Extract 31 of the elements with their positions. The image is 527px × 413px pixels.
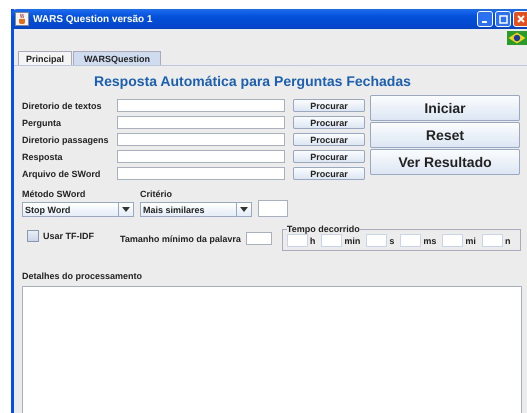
min-length-label: Tamanho mínimo da palavra: [120, 234, 241, 244]
browse-button[interactable]: Procurar: [293, 133, 365, 146]
tfidf-checkbox[interactable]: Usar TF-IDF: [27, 230, 117, 242]
field-label: Diretorio de textos: [22, 100, 103, 110]
unit-label: ms: [423, 236, 436, 246]
window-title: WARS Question versão 1: [33, 14, 152, 24]
unit-label: h: [310, 236, 316, 246]
field-label: Arquivo de SWord: [22, 168, 102, 178]
unit-label: n: [504, 236, 510, 246]
criterion-dropdown[interactable]: Mais similares: [140, 202, 252, 217]
unit-label: mi: [465, 236, 476, 246]
heading: Resposta Automática para Perguntas Fechadas: [93, 72, 412, 91]
unit-label: min: [344, 236, 360, 246]
browse-button[interactable]: Procurar: [293, 167, 365, 180]
browse-button[interactable]: Procurar: [293, 99, 365, 112]
criterion-label: Critério: [140, 189, 174, 199]
field-label: Pergunta: [22, 118, 62, 128]
details-label: Detalhes do processamento: [22, 271, 144, 281]
method-label: Método SWord: [22, 189, 86, 199]
unit-label: s: [389, 236, 394, 246]
method-dropdown[interactable]: Stop Word: [22, 202, 134, 217]
field-label: Resposta: [22, 152, 64, 162]
browse-button[interactable]: Procurar: [293, 150, 365, 163]
field-label: Diretorio passagens: [22, 134, 110, 144]
tab[interactable]: WARSQuestion: [73, 51, 162, 65]
action-button[interactable]: Iniciar: [370, 95, 520, 121]
group-title: Tempo decorrido: [286, 224, 360, 234]
action-button[interactable]: Reset: [370, 122, 520, 148]
browse-button[interactable]: Procurar: [293, 116, 365, 129]
tab[interactable]: Principal: [18, 51, 72, 65]
action-button[interactable]: Ver Resultado: [370, 149, 520, 175]
